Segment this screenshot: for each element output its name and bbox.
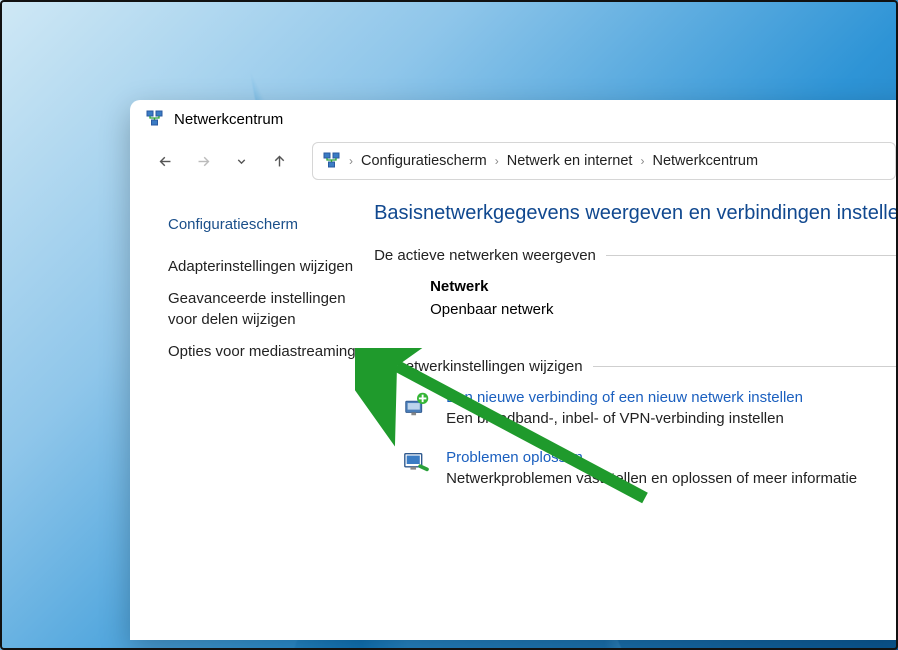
new-connection-icon [402,389,432,419]
breadcrumb-item[interactable]: Netwerkcentrum [652,153,758,169]
network-name: Netwerk [430,278,898,295]
action-link[interactable]: Een nieuwe verbinding of een nieuw netwe… [446,389,803,406]
sidebar-home-link[interactable]: Configuratiescherm [168,216,360,233]
action-description: Netwerkproblemen vaststellen en oplossen… [446,470,857,487]
window-body: Configuratiescherm Adapterinstellingen w… [130,190,898,509]
breadcrumb-item[interactable]: Configuratiescherm [361,153,487,169]
section-label: De actieve netwerken weergeven [374,247,596,264]
troubleshoot-icon [402,449,432,479]
navigation-row: › Configuratiescherm › Netwerk en intern… [130,132,898,190]
action-description: Een breedband-, inbel- of VPN-verbinding… [446,410,803,427]
address-bar[interactable]: › Configuratiescherm › Netwerk en intern… [312,142,896,180]
network-center-window: Netwerkcentrum [130,100,898,640]
forward-button[interactable] [186,144,220,178]
network-center-icon [146,110,164,128]
sidebar-link-media-streaming[interactable]: Opties voor mediastreaming [168,342,360,362]
section-active-networks: De actieve netwerken weergeven [374,247,898,264]
section-divider [606,255,898,256]
chevron-right-icon: › [640,154,644,168]
window-title: Netwerkcentrum [174,111,283,128]
chevron-right-icon: › [349,154,353,168]
main-content: Basisnetwerkgegevens weergeven en verbin… [370,198,898,509]
breadcrumb-item[interactable]: Netwerk en internet [507,153,633,169]
section-change-settings: De netwerkinstellingen wijzigen [374,358,898,375]
section-label: De netwerkinstellingen wijzigen [374,358,582,375]
sidebar-link-advanced-sharing[interactable]: Geavanceerde instellingen voor delen wij… [168,289,360,330]
window-titlebar: Netwerkcentrum [130,100,898,132]
sidebar: Configuratiescherm Adapterinstellingen w… [130,198,370,509]
action-troubleshoot[interactable]: Problemen oplossen Netwerkproblemen vast… [374,449,898,487]
active-network-block: Netwerk Openbaar netwerk [374,278,898,318]
sidebar-link-adapter-settings[interactable]: Adapterinstellingen wijzigen [168,257,360,277]
action-link[interactable]: Problemen oplossen [446,449,857,466]
address-bar-icon [323,152,341,170]
desktop-background: Netwerkcentrum [0,0,898,650]
chevron-right-icon: › [495,154,499,168]
back-button[interactable] [148,144,182,178]
up-button[interactable] [262,144,296,178]
recent-dropdown-button[interactable] [224,144,258,178]
action-new-connection[interactable]: Een nieuwe verbinding of een nieuw netwe… [374,389,898,427]
page-heading: Basisnetwerkgegevens weergeven en verbin… [374,202,898,225]
section-divider [593,366,898,367]
network-type: Openbaar netwerk [430,301,898,318]
